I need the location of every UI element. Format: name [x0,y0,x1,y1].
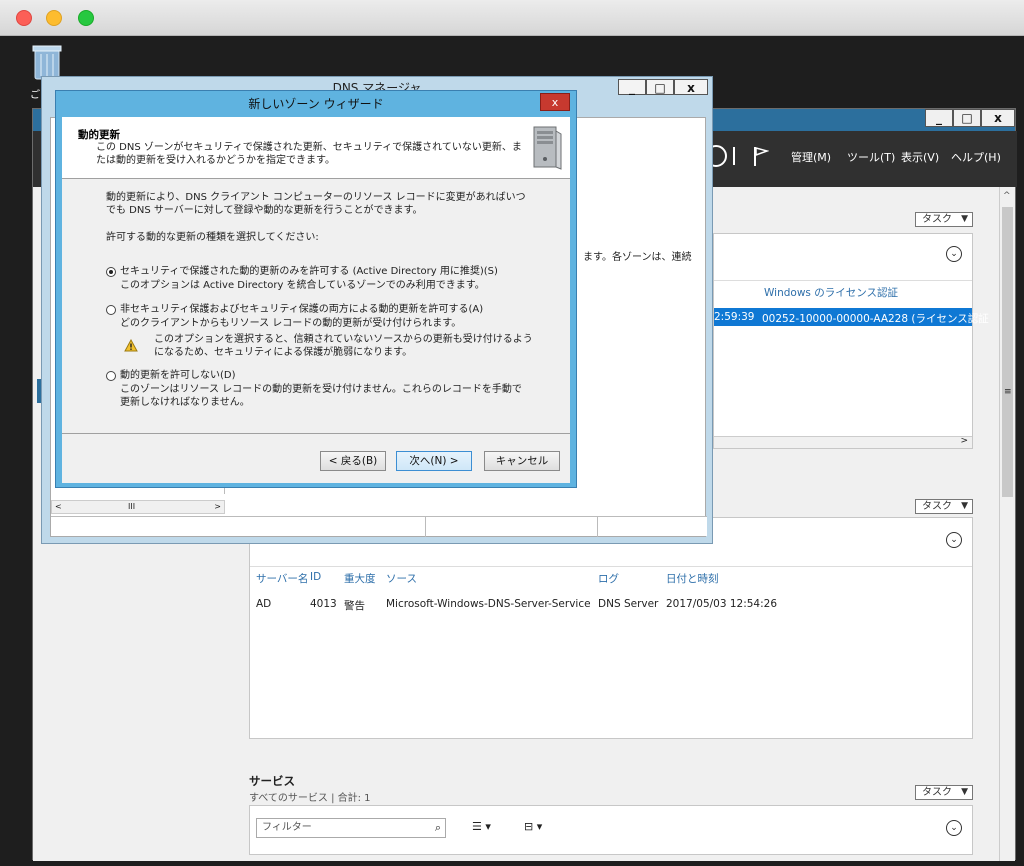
minimize-window-button[interactable] [46,10,62,26]
list-options-icon[interactable]: ☰ ▾ [472,820,491,833]
wizard-prompt-text: 許可する動的な更新の種類を選択してください: [106,232,319,243]
tasks-dropdown-3[interactable]: タスク ▼ [915,785,973,800]
menu-view[interactable]: 表示(V) [901,149,939,165]
wizard-page-title: 動的更新 [78,129,120,141]
wizard-close-button[interactable]: x [540,93,570,111]
toolbar-separator [733,147,735,165]
wizard-body: 動的更新 この DNS ゾーンがセキュリティで保護された更新、セキュリティで保護… [62,117,570,483]
col-datetime[interactable]: 日付と時刻 [666,571,719,586]
recycle-bin-label: ご [30,90,40,101]
search-icon[interactable]: ⌕ [435,819,441,837]
chevron-down-icon: ▼ [961,214,968,224]
cell-severity: 警告 [344,600,365,612]
services-title: サービス [249,774,295,788]
radio-secure-only[interactable] [106,267,116,277]
license-column-header[interactable]: Windows のライセンス認証 [764,285,898,300]
recycle-bin-icon[interactable] [32,44,62,80]
col-log[interactable]: ログ [598,571,619,586]
dns-status-bar [51,516,707,537]
filter-placeholder: フィルター [262,822,312,833]
wizard-intro-text: 動的更新により、DNS クライアント コンピューターのリソース レコードに変更が… [106,192,526,216]
server-icon [533,126,562,170]
col-id[interactable]: ID [310,571,321,583]
dns-description-text: ます。各ゾーンは、連続 [583,252,692,263]
expand-chevron-icon[interactable]: ⌄ [946,820,962,836]
wizard-title: 新しいゾーン ウィザード [248,97,384,111]
scroll-grip-icon: ≡ [1004,387,1012,397]
cell-server: AD [256,598,272,610]
expand-chevron-icon[interactable]: ⌄ [946,532,962,548]
next-button[interactable]: 次へ(N) > [396,451,472,471]
divider [714,280,972,281]
option-none-label[interactable]: 動的更新を許可しない(D) [120,369,540,382]
menu-manage[interactable]: 管理(M) [791,149,831,165]
tasks-label: タスク [922,501,952,512]
sm-close-button[interactable]: x [981,109,1015,127]
col-severity[interactable]: 重大度 [344,571,376,586]
option-nonsecure-label[interactable]: 非セキュリティ保護およびセキュリティ保護の両方による動的更新を許可する(A) [120,303,540,316]
wizard-page-description: この DNS ゾーンがセキュリティで保護された更新、セキュリティで保護されていな… [96,142,522,166]
mac-titlebar [0,0,1024,36]
zoom-window-button[interactable] [78,10,94,26]
col-server-name[interactable]: サーバー名 [256,571,308,586]
warning-icon [124,339,138,352]
row-time: 2:59:39 [714,311,755,323]
services-panel: フィルター ⌕ ☰ ▾ ⊟ ▾ ⌄ [249,805,973,855]
divider [250,566,972,567]
sm-vertical-scrollbar[interactable]: ^ ≡ [999,187,1015,861]
radio-nonsecure-and-secure[interactable] [106,305,116,315]
row-license: 00252-10000-00000-AA228 (ライセンス認証 [762,313,989,325]
col-source[interactable]: ソース [386,571,417,586]
notification-flag-icon[interactable] [753,145,769,167]
events-panel: ⌄ サーバー名 ID 重大度 ソース ログ 日付と時刻 AD 4013 警告 M… [249,517,973,739]
dns-close-button[interactable]: x [674,79,708,95]
scroll-right-arrow-icon[interactable]: > [214,502,221,511]
services-subtitle: すべてのサービス | 合計: 1 [249,793,371,804]
dns-minimize-button[interactable]: _ [618,79,646,95]
option-secure-only-desc: このオプションは Active Directory を統合しているゾーンでのみ利… [120,280,485,291]
dns-maximize-button[interactable]: □ [646,79,674,95]
wizard-titlebar: 新しいゾーン ウィザード x [56,91,576,115]
filter-input[interactable]: フィルター ⌕ [256,818,446,838]
cell-log: DNS Server [598,598,659,610]
cancel-button[interactable]: キャンセル [484,451,560,471]
cell-datetime: 2017/05/03 12:54:26 [666,598,778,610]
tasks-label: タスク [922,787,952,798]
radio-no-dynamic-update[interactable] [106,371,116,381]
chevron-down-icon: ▼ [961,501,968,511]
status-divider [597,517,598,537]
status-divider [425,517,426,537]
scroll-left-arrow-icon[interactable]: < [55,502,62,511]
sm-minimize-button[interactable]: _ [925,109,953,127]
cell-id: 4013 [310,598,337,610]
panel-hscroll[interactable]: > [714,436,972,448]
dns-tree-hscroll[interactable]: < III > [51,500,225,514]
chevron-down-icon: ▼ [961,787,968,797]
tasks-label: タスク [922,214,952,225]
wizard-header: 動的更新 この DNS ゾーンがセキュリティで保護された更新、セキュリティで保護… [62,117,570,179]
scroll-up-arrow-icon[interactable]: ^ [1003,191,1011,201]
cell-source: Microsoft-Windows-DNS-Server-Service [386,598,591,610]
option-nonsecure-desc: どのクライアントからもリソース レコードの動的更新が受け付けられます。 [120,318,462,329]
menu-tools[interactable]: ツール(T) [847,149,895,165]
tasks-dropdown-1[interactable]: タスク ▼ [915,212,973,227]
back-button[interactable]: < 戻る(B) [320,451,386,471]
scroll-right-arrow-icon[interactable]: > [960,436,968,446]
option-secure-only-label[interactable]: セキュリティで保護された動的更新のみを許可する (Active Director… [120,265,540,278]
scrollbar-thumb[interactable] [1002,207,1013,497]
option-none-desc: このゾーンはリソース レコードの動的更新を受け付けません。これらのレコードを手動… [120,384,522,408]
selected-row[interactable]: 2:59:39 00252-10000-00000-AA228 (ライセンス認証 [714,308,989,326]
menu-help[interactable]: ヘルプ(H) [951,149,1001,165]
save-query-icon[interactable]: ⊟ ▾ [524,820,542,833]
wizard-footer-divider [62,433,570,434]
tasks-dropdown-2[interactable]: タスク ▼ [915,499,973,514]
new-zone-wizard-dialog: 新しいゾーン ウィザード x 動的更新 この DNS ゾーンがセキュリティで保護… [55,90,577,488]
close-window-button[interactable] [16,10,32,26]
scroll-grip-icon: III [128,502,136,511]
table-row[interactable]: AD 4013 警告 Microsoft-Windows-DNS-Server-… [250,594,972,614]
expand-chevron-icon[interactable]: ⌄ [946,246,962,262]
properties-panel: ⌄ Windows のライセンス認証 2:59:39 00252-10000-0… [713,233,989,449]
option-nonsecure-warning: このオプションを選択すると、信頼されていないソースからの更新も受け付けるようにな… [154,334,533,358]
sm-maximize-button[interactable]: □ [953,109,981,127]
